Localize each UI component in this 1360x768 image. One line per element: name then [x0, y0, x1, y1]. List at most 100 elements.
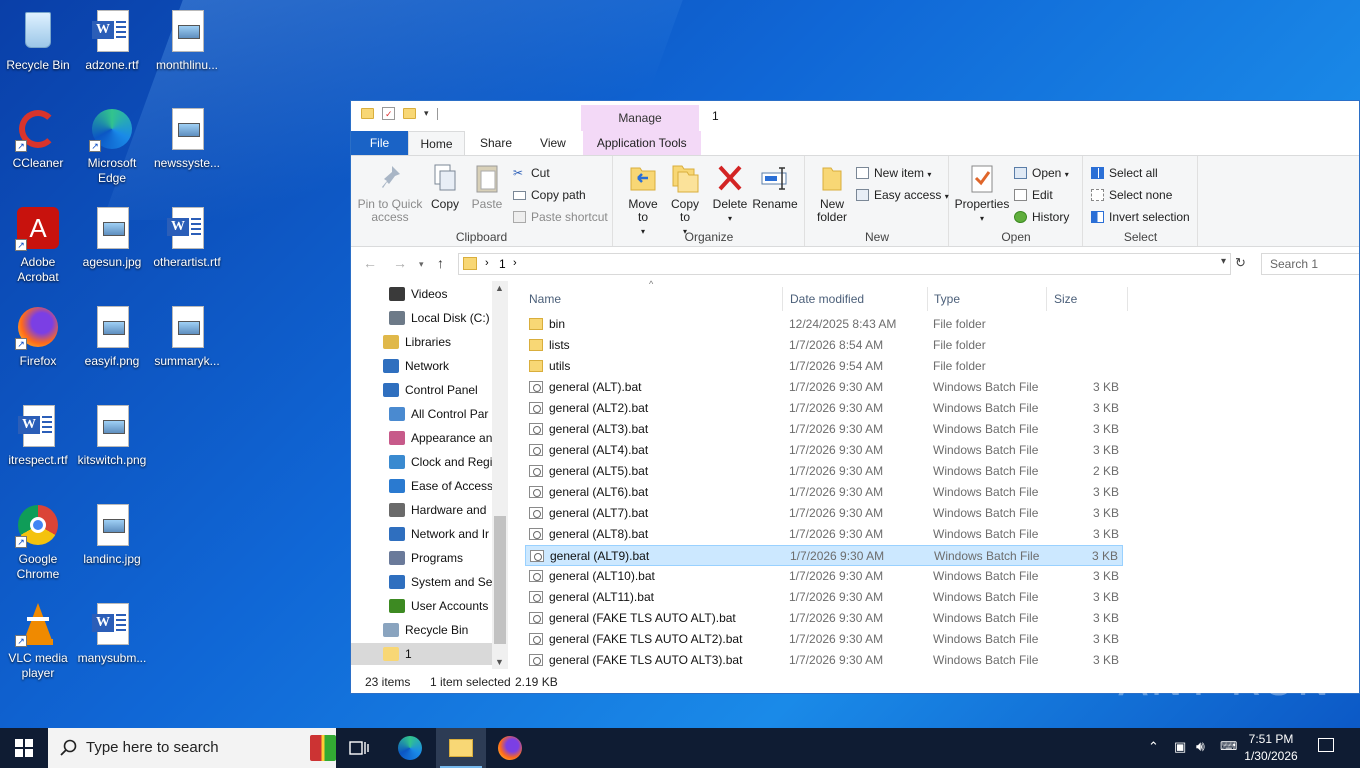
desktop-icon[interactable]: easyif.png	[74, 300, 150, 369]
nav-item[interactable]: Network and Ir	[351, 523, 492, 545]
desktop-icon[interactable]: Wotherartist.rtf	[149, 201, 225, 270]
history-button[interactable]: History	[1014, 208, 1069, 226]
file-row[interactable]: general (ALT3).bat 1/7/2026 9:30 AM Window…	[525, 419, 1123, 440]
nav-item[interactable]: Videos	[351, 283, 492, 305]
rename-button[interactable]: Rename	[752, 162, 798, 211]
desktop-icon[interactable]: ↗ CCleaner	[0, 102, 76, 171]
select-all-button[interactable]: Select all	[1091, 164, 1158, 182]
network-icon[interactable]: ▣	[1174, 739, 1186, 755]
new-item-button[interactable]: New item ▾	[856, 164, 931, 182]
nav-item[interactable]: Network	[351, 355, 492, 377]
new-folder-button[interactable]: New folder	[812, 162, 852, 224]
file-row[interactable]: general (ALT).bat 1/7/2026 9:30 AM Windows…	[525, 377, 1123, 398]
column-header-date[interactable]: Date modified	[786, 287, 928, 311]
file-row[interactable]: general (FAKE TLS AUTO ALT3).bat 1/7/2026…	[525, 650, 1123, 671]
column-header-type[interactable]: Type	[930, 287, 1047, 311]
file-row[interactable]: bin 12/24/2025 8:43 AM File folder	[525, 314, 1123, 335]
title-bar[interactable]: ✓ ▾ Manage 1	[351, 101, 1359, 131]
nav-item[interactable]: System and Sec	[351, 571, 498, 593]
scroll-up-icon[interactable]: ▲	[495, 283, 504, 293]
tab-home[interactable]: Home	[408, 131, 465, 155]
tab-file[interactable]: File	[351, 131, 408, 155]
properties-button[interactable]: Properties ▾	[954, 162, 1010, 225]
nav-item[interactable]: 1	[351, 643, 492, 665]
desktop-icon[interactable]: kitswitch.png	[74, 399, 150, 468]
recent-locations-icon[interactable]: ▾	[419, 259, 424, 270]
file-row[interactable]: general (ALT8).bat 1/7/2026 9:30 AM Window…	[525, 524, 1123, 545]
file-row[interactable]: general (ALT5).bat 1/7/2026 9:30 AM Window…	[525, 461, 1123, 482]
file-row[interactable]: utils 1/7/2026 9:54 AM File folder	[525, 356, 1123, 377]
forward-arrow-icon[interactable]: →	[393, 255, 407, 271]
file-row[interactable]: general (ALT11).bat 1/7/2026 9:30 AM Windo…	[525, 587, 1123, 608]
address-dropdown-icon[interactable]: ▾	[1221, 256, 1226, 267]
customize-toolbar-icon[interactable]: ▾	[424, 108, 429, 119]
nav-item[interactable]: Programs	[351, 547, 492, 569]
invert-selection-button[interactable]: Invert selection	[1091, 208, 1190, 226]
paste-shortcut-button[interactable]: Paste shortcut	[513, 208, 608, 226]
edit-button[interactable]: Edit	[1014, 186, 1053, 204]
copy-path-button[interactable]: Copy path	[513, 186, 586, 204]
tab-application-tools[interactable]: Application Tools	[582, 131, 701, 155]
file-row[interactable]: general (FAKE TLS AUTO ALT2).bat 1/7/2026…	[525, 629, 1123, 650]
open-button[interactable]: Open ▾	[1014, 164, 1069, 182]
nav-item[interactable]: Clock and Regi	[351, 451, 492, 473]
taskbar-firefox[interactable]	[486, 728, 536, 768]
clock-date[interactable]: 1/30/2026	[1242, 749, 1300, 763]
new-folder-icon[interactable]	[403, 108, 416, 119]
desktop-icon[interactable]: ↗ Microsoft Edge	[74, 102, 150, 186]
desktop-icon[interactable]: ↗ Google Chrome	[0, 498, 76, 582]
nav-scrollbar[interactable]: ▲ ▼	[492, 281, 508, 669]
select-none-button[interactable]: Select none	[1091, 186, 1172, 204]
scroll-down-icon[interactable]: ▼	[495, 657, 504, 667]
column-header-name[interactable]: Name	[525, 287, 783, 311]
navigation-pane[interactable]: Videos Local Disk (C:) Libraries Network Con…	[351, 281, 509, 669]
file-row[interactable]: general (ALT10).bat 1/7/2026 9:30 AM Windo…	[525, 566, 1123, 587]
desktop-icon[interactable]: monthlinu...	[149, 4, 225, 73]
desktop-icon[interactable]: landinc.jpg	[74, 498, 150, 567]
start-button[interactable]	[0, 728, 48, 768]
desktop-icon[interactable]: summaryk...	[149, 300, 225, 369]
file-row[interactable]: general (ALT6).bat 1/7/2026 9:30 AM Window…	[525, 482, 1123, 503]
taskbar-edge[interactable]	[386, 728, 436, 768]
breadcrumb-current[interactable]: 1	[499, 257, 506, 271]
properties-icon[interactable]: ✓	[382, 107, 395, 120]
column-header-size[interactable]: Size	[1050, 287, 1128, 311]
nav-item[interactable]: Appearance an	[351, 427, 492, 449]
desktop-icon[interactable]: ↗ Firefox	[0, 300, 76, 369]
file-row[interactable]: general (ALT4).bat 1/7/2026 9:30 AM Window…	[525, 440, 1123, 461]
file-row[interactable]: lists 1/7/2026 8:54 AM File folder	[525, 335, 1123, 356]
desktop-icon[interactable]: Wmanysubm...	[74, 597, 150, 666]
file-row[interactable]: general (FAKE TLS AUTO ALT).bat 1/7/2026 …	[525, 608, 1123, 629]
nav-item[interactable]: User Accounts	[351, 595, 492, 617]
file-row[interactable]: general (ALT9).bat 1/7/2026 9:30 AM Window…	[525, 545, 1123, 566]
nav-scroll-thumb[interactable]	[494, 516, 506, 644]
easy-access-button[interactable]: Easy access ▾	[856, 186, 949, 204]
nav-item[interactable]: Libraries	[351, 331, 492, 353]
refresh-icon[interactable]: ↻	[1235, 255, 1246, 271]
nav-item[interactable]: Ease of Access	[351, 475, 493, 497]
copy-to-button[interactable]: Copy to ▾	[666, 162, 704, 238]
search-input[interactable]: Search 1	[1261, 253, 1359, 275]
desktop-icon[interactable]: Wadzone.rtf	[74, 4, 150, 73]
back-arrow-icon[interactable]: ←	[363, 255, 377, 271]
desktop-icon[interactable]: Witrespect.rtf	[0, 399, 76, 468]
desktop-icon[interactable]: agesun.jpg	[74, 201, 150, 270]
pin-to-quick-access-button[interactable]: Pin to Quick access	[357, 162, 423, 224]
up-arrow-icon[interactable]: ↑	[437, 255, 444, 271]
notifications-icon[interactable]	[1318, 738, 1334, 752]
delete-button[interactable]: Delete ▾	[710, 162, 750, 225]
desktop-icon[interactable]: newssyste...	[149, 102, 225, 171]
tab-view[interactable]: View	[526, 131, 581, 155]
copy-button[interactable]: Copy	[427, 162, 463, 211]
nav-item[interactable]: Local Disk (C:)	[351, 307, 492, 329]
file-row[interactable]: general (ALT2).bat 1/7/2026 9:30 AM Window…	[525, 398, 1123, 419]
taskbar-search[interactable]: Type here to search	[48, 728, 336, 768]
file-explorer-window[interactable]: ✓ ▾ Manage 1 File Home Share View Applic…	[350, 100, 1360, 694]
nav-item[interactable]: All Control Par	[351, 403, 492, 425]
desktop-icon[interactable]: Recycle Bin	[0, 4, 76, 73]
taskbar-file-explorer[interactable]	[436, 728, 486, 768]
tab-share[interactable]: Share	[465, 131, 526, 155]
file-row[interactable]: general (ALT7).bat 1/7/2026 9:30 AM Window…	[525, 503, 1123, 524]
nav-item[interactable]: Control Panel	[351, 379, 492, 401]
cut-button[interactable]: ✂ Cut	[513, 164, 550, 182]
